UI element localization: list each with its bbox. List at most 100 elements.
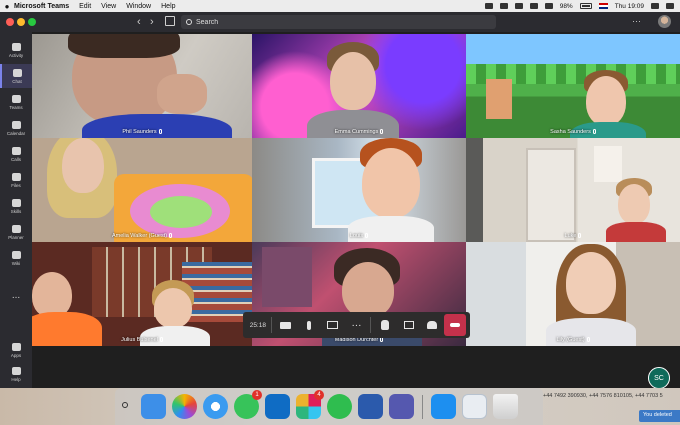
- camera-status-icon[interactable]: [484, 3, 493, 9]
- mic-off-icon: [159, 337, 163, 342]
- rail-label: Calendar: [6, 130, 26, 136]
- participant-tile[interactable]: Phil Saunders: [32, 34, 252, 138]
- window-zoom-button[interactable]: [28, 18, 36, 26]
- volume-icon[interactable]: [544, 3, 553, 9]
- participant-video-background: [486, 79, 512, 119]
- participant-name: Luke: [466, 233, 680, 239]
- battery-icon[interactable]: [579, 3, 592, 9]
- participant-video: [586, 76, 626, 126]
- people-icon: [427, 321, 438, 329]
- control-center-icon[interactable]: [666, 3, 674, 9]
- search-input[interactable]: [196, 18, 476, 26]
- trash-icon[interactable]: [493, 394, 518, 419]
- preview-icon[interactable]: [462, 394, 487, 419]
- rail-label: Calls: [10, 156, 21, 162]
- rail-item-planner[interactable]: Planner: [0, 220, 32, 244]
- search-icon[interactable]: [122, 402, 128, 408]
- menu-status-area: 98% Thu 19:09: [484, 0, 674, 12]
- notification-banner[interactable]: +44 7492 390930, +44 7576 810105, +44 77…: [543, 390, 680, 425]
- menu-edit[interactable]: Edit: [79, 3, 91, 10]
- toolbar-divider: [370, 317, 372, 333]
- back-arrow-icon[interactable]: ‹: [137, 16, 141, 28]
- participant-video-body: [606, 222, 666, 242]
- safari-icon[interactable]: [203, 394, 228, 419]
- outlook-icon[interactable]: [265, 394, 290, 419]
- messages-icon[interactable]: 1: [234, 390, 262, 419]
- teams-icon[interactable]: [389, 394, 414, 419]
- notification-deleted-toast[interactable]: You deleted: [639, 410, 680, 422]
- menu-help[interactable]: Help: [161, 3, 175, 10]
- mic-off-icon: [578, 233, 582, 238]
- dropbox-icon[interactable]: [499, 3, 508, 9]
- mic-off-icon: [380, 129, 384, 134]
- participant-tile[interactable]: Emma Cummings: [252, 34, 466, 138]
- menu-clock[interactable]: Thu 19:09: [615, 3, 644, 10]
- notification-badge: 1: [252, 390, 262, 400]
- app-store-icon[interactable]: [431, 394, 456, 419]
- rail-item-calendar[interactable]: Calendar: [0, 116, 32, 140]
- rail-item-skills[interactable]: Skills: [0, 194, 32, 218]
- raise-hand-button[interactable]: [373, 313, 397, 337]
- self-avatar[interactable]: SC: [648, 367, 670, 389]
- window-close-button[interactable]: [6, 18, 14, 26]
- rail-item-files[interactable]: Files: [0, 168, 32, 192]
- input-source-flag-icon[interactable]: [598, 3, 608, 9]
- menu-app-name[interactable]: Microsoft Teams: [14, 3, 69, 10]
- photos-icon[interactable]: [172, 394, 197, 419]
- participant-name: Lily (Guest): [466, 337, 680, 343]
- more-actions-button[interactable]: ···: [345, 313, 369, 337]
- word-icon[interactable]: [358, 394, 383, 419]
- rail-item-teams[interactable]: Teams: [0, 90, 32, 114]
- search-icon[interactable]: [651, 3, 659, 9]
- camera-button[interactable]: [274, 313, 298, 337]
- search-bar[interactable]: [181, 15, 496, 29]
- wifi-icon[interactable]: [529, 3, 538, 9]
- rail-item-calls[interactable]: Calls: [0, 142, 32, 166]
- profile-avatar[interactable]: [658, 15, 671, 28]
- participant-tile[interactable]: Julius Bulsenel: [32, 242, 252, 346]
- apps-icon: [11, 342, 21, 351]
- rail-more-button[interactable]: ...: [0, 290, 32, 301]
- menu-window[interactable]: Window: [126, 3, 151, 10]
- show-participants-button[interactable]: [421, 313, 445, 337]
- participant-video: [362, 148, 420, 218]
- participant-tile[interactable]: Louis: [252, 138, 466, 242]
- participant-tile[interactable]: Luke: [466, 138, 680, 242]
- forward-arrow-icon[interactable]: ›: [150, 16, 154, 28]
- hang-up-button[interactable]: [444, 314, 466, 336]
- compose-icon[interactable]: [165, 16, 175, 26]
- phone-icon: [11, 146, 21, 155]
- window-minimize-button[interactable]: [17, 18, 25, 26]
- participant-tile[interactable]: Lily (Guest): [466, 242, 680, 346]
- participant-video: [566, 252, 616, 314]
- whatsapp-icon[interactable]: [327, 394, 352, 419]
- participant-tile[interactable]: Amelia Walker (Guest): [32, 138, 252, 242]
- participant-video-body: [140, 326, 210, 346]
- rail-item-activity[interactable]: Activity: [0, 38, 32, 62]
- mic-button[interactable]: [297, 313, 321, 337]
- finder-icon[interactable]: [141, 394, 166, 419]
- notification-phones: +44 7492 390930, +44 7576 810105, +44 77…: [543, 393, 663, 399]
- call-timer: 25:18: [249, 321, 266, 329]
- participant-name: Phil Saunders: [32, 129, 252, 135]
- battery-percent[interactable]: 98%: [560, 3, 573, 10]
- rail-label: Planner: [8, 234, 24, 240]
- participant-video: [342, 262, 394, 318]
- rail-item-help[interactable]: Help: [0, 362, 32, 386]
- slack-icon[interactable]: 4: [296, 390, 324, 419]
- rail-item-apps[interactable]: Apps: [0, 338, 32, 362]
- rail-item-wiki[interactable]: Wiki: [0, 246, 32, 270]
- mic-off-icon: [586, 337, 590, 342]
- share-screen-button[interactable]: [321, 313, 345, 337]
- participant-tile[interactable]: Sasha Saunders: [466, 34, 680, 138]
- bluetooth-icon[interactable]: [514, 3, 523, 9]
- title-bar: ‹ › ···: [0, 12, 680, 32]
- chat-bubble-icon: [403, 321, 414, 329]
- menu-view[interactable]: View: [101, 3, 116, 10]
- rail-item-chat[interactable]: Chat: [0, 64, 32, 88]
- show-conversation-button[interactable]: [397, 313, 421, 337]
- teams-window: ‹ › ··· Activity Chat Teams Calendar C: [0, 12, 680, 389]
- more-options-icon[interactable]: ···: [632, 16, 641, 26]
- apple-menu-icon[interactable]: ●: [0, 2, 14, 11]
- search-icon: [186, 19, 192, 25]
